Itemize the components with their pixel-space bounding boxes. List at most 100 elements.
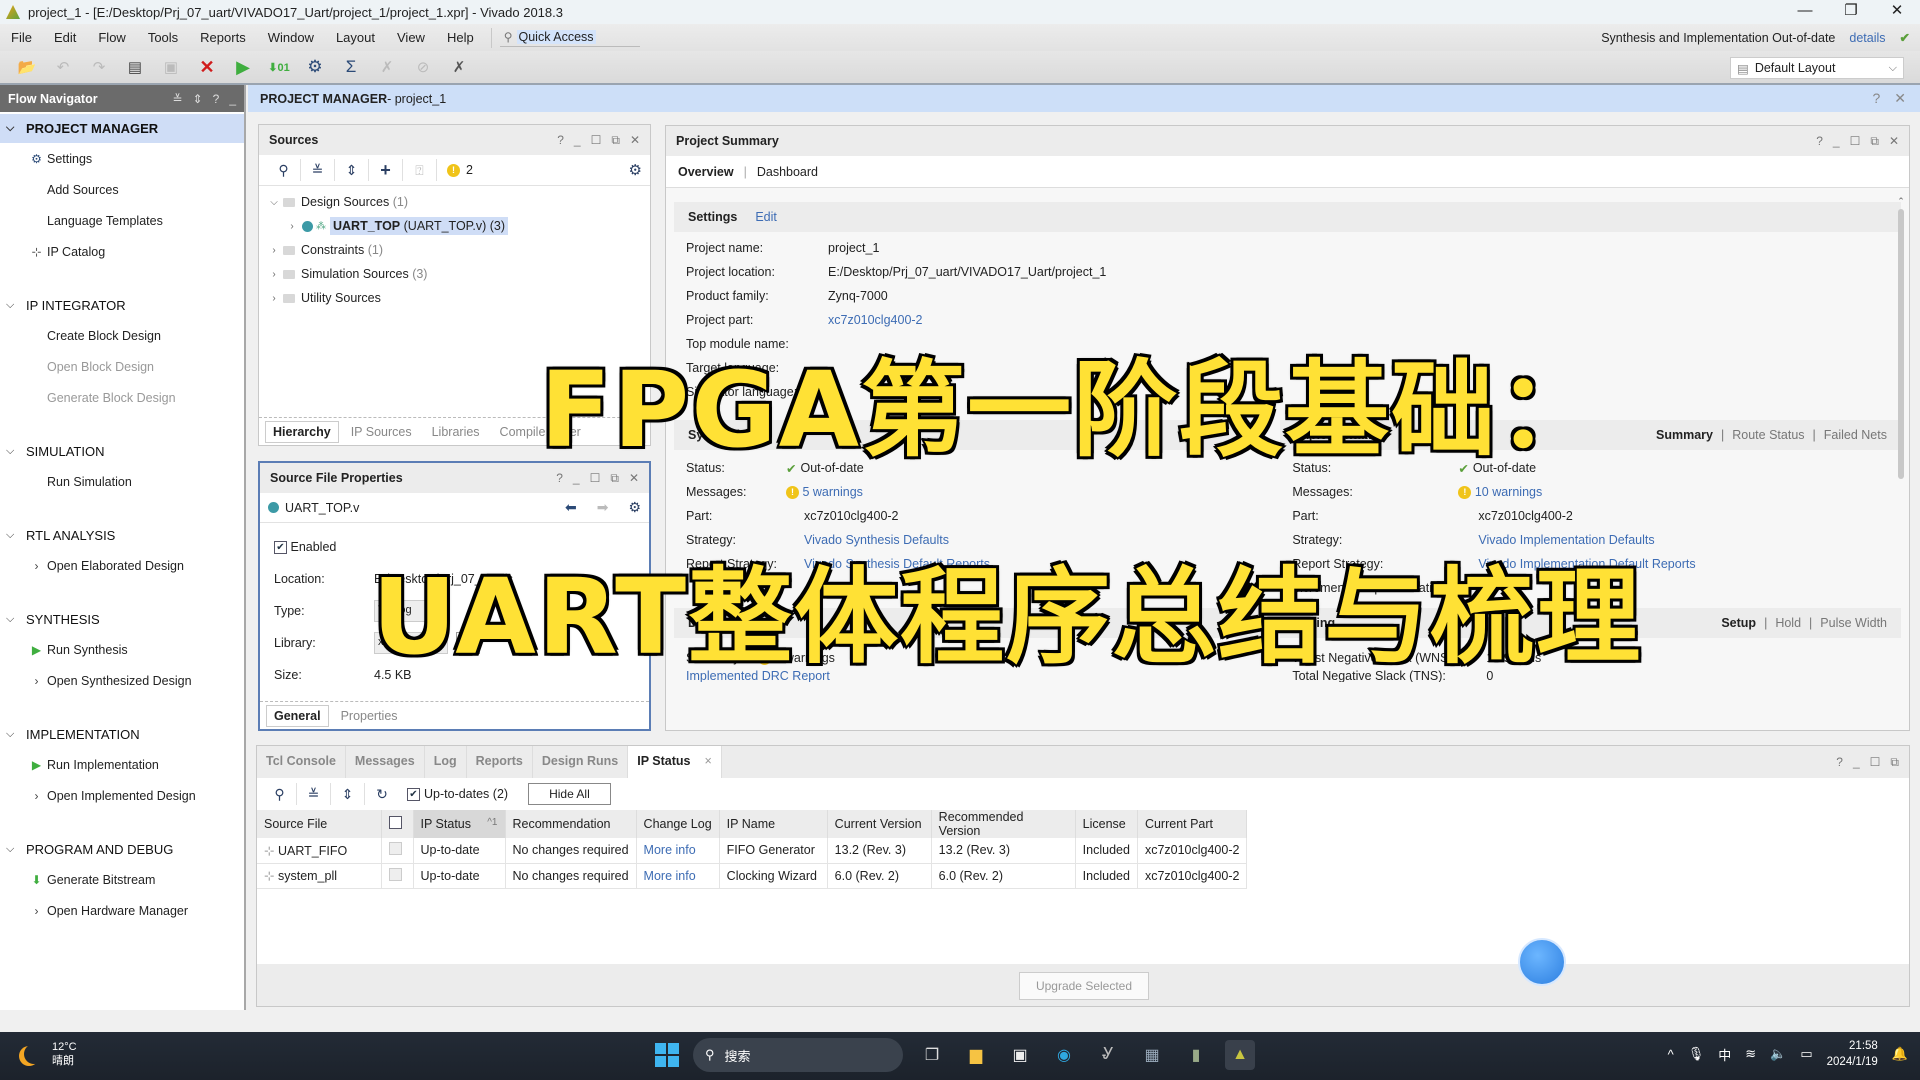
game-app-icon[interactable]: Ꮍ [1093,1040,1123,1070]
chevron-right-icon[interactable]: › [285,221,299,232]
close-icon[interactable]: ✕ [630,133,640,148]
chevron-down-icon[interactable]: ⌵ [6,843,26,856]
debug-tool-icon[interactable]: ✗ [448,56,470,78]
col-source-file[interactable]: Source File [257,810,382,838]
minimize-icon[interactable]: _ [1853,755,1860,770]
maximize-icon[interactable]: ☐ [591,133,602,148]
more-info-link[interactable]: More info [636,838,720,864]
chevron-down-icon[interactable]: ⌵ [6,728,26,741]
taskbar-search[interactable]: ⚲ 搜索 [693,1038,903,1072]
clock[interactable]: 21:58 2024/1/19 [1827,1038,1878,1070]
delete-icon[interactable]: ✕ [196,56,218,78]
microphone-icon[interactable]: 🎙 [1688,1046,1705,1062]
minimize-panel-icon[interactable]: _ [229,92,236,106]
expand-all-icon[interactable]: ⇕ [335,159,369,181]
col-change-log[interactable]: Change Log [636,810,720,838]
flow-section-project-manager[interactable]: ⌵ PROJECT MANAGER [0,114,244,143]
refresh-icon[interactable]: ↻ [365,783,399,805]
select-all-checkbox[interactable] [388,816,402,829]
flow-section-synthesis[interactable]: ⌵ SYNTHESIS [0,605,244,634]
flow-item-open-hardware-manager[interactable]: › Open Hardware Manager [0,895,244,926]
tab-setup[interactable]: Setup [1721,616,1756,630]
col-recommendation[interactable]: Recommendation [505,810,637,838]
tab-design-runs[interactable]: Design Runs [533,746,629,778]
tab-ip-sources[interactable]: IP Sources [343,422,420,442]
warnings-indicator[interactable]: ! 2 [447,163,473,177]
edit-settings-link[interactable]: Edit [755,210,777,224]
wifi-icon[interactable]: ≋ [1745,1046,1756,1062]
menu-window[interactable]: Window [257,30,325,45]
tree-item-uart-top[interactable]: › ⁂ UART_TOP (UART_TOP.v) (3) [267,214,642,238]
tab-dashboard[interactable]: Dashboard [757,165,818,179]
help-icon[interactable]: ? [213,92,220,106]
tree-item-simulation-sources[interactable]: › Simulation Sources (3) [267,262,642,286]
flow-section-implementation[interactable]: ⌵ IMPLEMENTATION [0,720,244,749]
floating-assistant-button[interactable] [1518,938,1566,986]
col-select-all[interactable] [381,810,414,838]
tab-hold[interactable]: Hold [1775,616,1801,630]
flow-section-program-and-debug[interactable]: ⌵ PROGRAM AND DEBUG [0,835,244,864]
col-recommended-version[interactable]: Recommended Version [931,810,1076,838]
tab-failed-nets[interactable]: Failed Nets [1824,428,1887,442]
menu-flow[interactable]: Flow [87,30,136,45]
quick-access-input[interactable]: ⚲ Quick Access [499,28,640,47]
chevron-right-icon[interactable]: › [267,269,281,280]
implementation-warnings-link[interactable]: 10 warnings [1475,485,1542,499]
ime-indicator[interactable]: 中 [1718,1045,1731,1064]
menu-file[interactable]: File [0,30,43,45]
menu-reports[interactable]: Reports [189,30,257,45]
redo-icon[interactable]: ↷ [88,56,110,78]
synthesis-warnings-link[interactable]: 5 warnings [802,485,862,499]
copy-icon[interactable]: ▤ [124,56,146,78]
flow-item-open-synthesized-design[interactable]: › Open Synthesized Design [0,665,244,696]
notification-bell-icon[interactable]: 🔔 [1892,1046,1908,1062]
menu-layout[interactable]: Layout [325,30,386,45]
maximize-icon[interactable]: ☐ [1850,134,1861,149]
app-icon[interactable]: ▮ [1181,1040,1211,1070]
maximize-icon[interactable]: ☐ [1870,755,1881,770]
tab-properties[interactable]: Properties [333,706,406,726]
table-row[interactable]: ⊹ UART_FIFO Up-to-date No changes required… [257,838,1248,864]
flow-item-open-block-design[interactable]: Open Block Design [0,351,244,382]
close-button[interactable]: ✕ [1874,0,1920,24]
menu-view[interactable]: View [386,30,436,45]
tree-item-constraints[interactable]: › Constraints (1) [267,238,642,262]
tab-impl-summary[interactable]: Summary [1656,428,1713,442]
upgrade-selected-button[interactable]: Upgrade Selected [1019,972,1149,1000]
minimize-icon[interactable]: _ [1833,134,1840,149]
flow-item-open-elaborated-design[interactable]: › Open Elaborated Design [0,550,244,581]
scrollbar-thumb[interactable] [1898,209,1904,479]
unknown-file-icon[interactable]: ⍰ [403,159,437,181]
tab-pulse-width[interactable]: Pulse Width [1820,616,1887,630]
calculator-icon[interactable]: ▦ [1137,1040,1167,1070]
chevron-down-icon[interactable]: ⌵ [6,445,26,458]
search-icon[interactable]: ⚲ [263,783,297,805]
flow-item-open-implemented-design[interactable]: › Open Implemented Design [0,780,244,811]
gear-icon[interactable]: ⚙ [628,499,641,516]
run-icon[interactable]: ▶ [232,56,254,78]
vivado-taskbar-icon[interactable]: ▲ [1225,1040,1255,1070]
help-icon[interactable]: ? [557,133,564,148]
details-link[interactable]: details [1849,31,1885,45]
chevron-down-icon[interactable]: ⌵ [6,299,26,312]
table-row[interactable]: ⊹ system_pll Up-to-date No changes require… [257,863,1248,889]
float-icon[interactable]: ⧉ [1890,755,1899,770]
expand-all-icon[interactable]: ⇕ [331,783,365,805]
col-license[interactable]: License [1075,810,1138,838]
summary-scrollbar[interactable]: ⌃ [1895,196,1907,726]
show-hidden-icons[interactable]: ^ [1668,1047,1674,1062]
help-icon[interactable]: ? [1816,134,1823,149]
col-current-version[interactable]: Current Version [827,810,932,838]
flow-section-rtl-analysis[interactable]: ⌵ RTL ANALYSIS [0,521,244,550]
flow-item-run-synthesis[interactable]: ▶ Run Synthesis [0,634,244,665]
windows-start-icon[interactable] [655,1043,679,1067]
chevron-down-icon[interactable]: ⌵ [6,613,26,626]
forward-arrow-icon[interactable]: ➡ [597,499,609,516]
close-tab-icon[interactable]: × [705,754,712,768]
col-ip-status[interactable]: IP Status ^1 [413,810,506,838]
add-sources-icon[interactable]: + [369,159,403,181]
flow-item-ip-catalog[interactable]: ⊹ IP Catalog [0,236,244,267]
flow-item-language-templates[interactable]: Language Templates [0,205,244,236]
search-icon[interactable]: ⚲ [267,159,301,181]
settings-gear-icon[interactable]: ⚙ [304,56,326,78]
